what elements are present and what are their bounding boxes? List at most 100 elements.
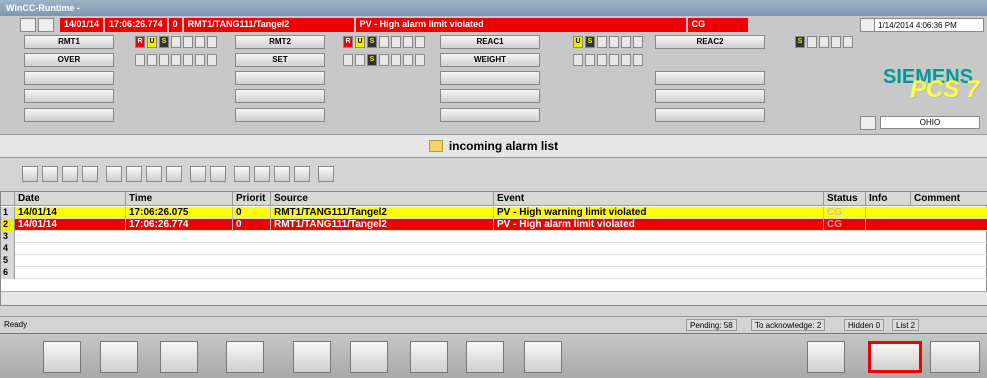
last-icon[interactable] — [166, 166, 182, 182]
first-icon[interactable] — [146, 166, 162, 182]
stop-icon[interactable] — [318, 166, 334, 182]
rmt1-alarm-indicator: R — [135, 36, 145, 48]
row-priority: 0 — [233, 207, 271, 219]
over-ind-4 — [171, 54, 181, 66]
overview-icon[interactable] — [100, 341, 138, 373]
horn-icon[interactable] — [38, 18, 54, 32]
status-bar: Ready Pending: 58 To acknowledge: 2 Hidd… — [0, 316, 987, 332]
col-source-header[interactable]: Source — [271, 192, 494, 206]
picture-tree-icon[interactable] — [20, 18, 36, 32]
table-row[interactable]: 3 — [1, 231, 987, 243]
area-button-empty-6[interactable] — [235, 89, 325, 103]
set-status-indicator: S — [367, 54, 377, 66]
col-comment-header[interactable]: Comment — [911, 192, 987, 206]
reac1-ind-6 — [621, 36, 631, 48]
area-button-empty-2[interactable] — [235, 71, 325, 85]
site-name: OHIO — [880, 116, 980, 129]
ack-all-button[interactable] — [930, 341, 980, 373]
sort-icon[interactable] — [254, 166, 270, 182]
area-button-empty-4[interactable] — [655, 71, 765, 85]
row-status: CG — [824, 219, 866, 231]
alarm-list-title-text: incoming alarm list — [448, 139, 559, 153]
rmt1-status-indicator: S — [159, 36, 169, 48]
server-icon[interactable] — [860, 116, 876, 130]
area-button-empty-3[interactable] — [440, 71, 540, 85]
row-source: RMT1/TANG111/Tangel2 — [271, 219, 494, 231]
reac2-status-indicator: S — [795, 36, 805, 48]
picture-icon[interactable] — [160, 341, 198, 373]
area-button-rmt1[interactable]: RMT1 — [24, 35, 114, 49]
horizontal-scrollbar[interactable] — [1, 291, 987, 305]
area-button-empty-9[interactable] — [24, 108, 114, 122]
area-button-empty-10[interactable] — [235, 108, 325, 122]
col-date-header[interactable]: Date — [15, 192, 126, 206]
row-number: 1 — [1, 207, 15, 219]
config-icon[interactable] — [466, 341, 504, 373]
set-ind-1 — [343, 54, 353, 66]
lock-icon[interactable] — [234, 166, 250, 182]
latest-alarm-line[interactable]: 14/01/14 17:06:26.774 0 RMT1/TANG111/Tan… — [60, 18, 748, 32]
report-icon[interactable] — [410, 341, 448, 373]
set-ind-6 — [403, 54, 413, 66]
reac2-ind-4 — [807, 36, 817, 48]
area-button-empty-11[interactable] — [440, 108, 540, 122]
old-alarm-list-icon[interactable] — [42, 166, 58, 182]
col-priority-header[interactable]: Priorit — [233, 192, 271, 206]
ack-group-icon[interactable] — [210, 166, 226, 182]
emergency-ack-icon[interactable] — [294, 166, 310, 182]
logoff-icon[interactable] — [524, 341, 562, 373]
batch-icon[interactable] — [350, 341, 388, 373]
back-icon[interactable] — [43, 341, 81, 373]
history-list-icon[interactable] — [62, 166, 78, 182]
table-row[interactable]: 2 14/01/14 17:06:26.774 0 RMT1/TANG111/T… — [1, 219, 987, 231]
reac1-ind-7 — [633, 36, 643, 48]
reac2-ind-7 — [843, 36, 853, 48]
area-button-empty-1[interactable] — [24, 71, 114, 85]
area-button-rmt2[interactable]: RMT2 — [235, 35, 325, 49]
ack-single-icon[interactable] — [190, 166, 206, 182]
bottom-toolbar — [0, 333, 987, 378]
trend-icon[interactable] — [293, 341, 331, 373]
alarm-source: RMT1/TANG111/Tangel2 — [183, 18, 354, 32]
row-event: PV - High warning limit violated — [494, 207, 824, 219]
table-row[interactable]: 6 — [1, 267, 987, 279]
weight-ind-5 — [621, 54, 631, 66]
row-number: 5 — [1, 255, 15, 267]
print-icon[interactable] — [126, 166, 142, 182]
loop-display-icon[interactable] — [226, 341, 264, 373]
ready-text: Ready — [4, 320, 28, 329]
row-number: 3 — [1, 231, 15, 243]
area-button-empty-8[interactable] — [655, 89, 765, 103]
rmt1-ind-7 — [207, 36, 217, 48]
col-time-header[interactable]: Time — [126, 192, 233, 206]
table-row[interactable]: 1 14/01/14 17:06:26.075 0 RMT1/TANG111/T… — [1, 207, 987, 219]
rmt2-ind-7 — [415, 36, 425, 48]
window-title: WinCC-Runtime - — [0, 0, 987, 16]
over-ind-6 — [195, 54, 205, 66]
col-info-header[interactable]: Info — [866, 192, 911, 206]
area-button-reac1[interactable]: REAC1 — [440, 35, 540, 49]
weight-ind-2 — [585, 54, 595, 66]
exit-icon[interactable] — [807, 341, 845, 373]
area-button-empty-5[interactable] — [24, 89, 114, 103]
area-button-over[interactable]: OVER — [24, 53, 114, 67]
area-button-empty-12[interactable] — [655, 108, 765, 122]
incoming-list-icon[interactable] — [22, 166, 38, 182]
area-button-set[interactable]: SET — [235, 53, 325, 67]
hidden-list-icon[interactable] — [82, 166, 98, 182]
col-status-header[interactable]: Status — [824, 192, 866, 206]
alarm-event: PV - High alarm limit violated — [355, 18, 686, 32]
alarm-toolbar — [0, 160, 987, 190]
row-priority: 0 — [233, 219, 271, 231]
area-button-empty-7[interactable] — [440, 89, 540, 103]
filter-icon[interactable] — [106, 166, 122, 182]
area-button-weight[interactable]: WEIGHT — [440, 53, 540, 67]
horn-ack-button[interactable] — [868, 341, 922, 373]
table-row[interactable]: 4 — [1, 243, 987, 255]
table-row[interactable]: 5 — [1, 255, 987, 267]
reac2-ind-5 — [819, 36, 829, 48]
list-indicator: List 2 — [892, 319, 920, 331]
area-button-reac2[interactable]: REAC2 — [655, 35, 765, 49]
info-icon[interactable] — [274, 166, 290, 182]
col-event-header[interactable]: Event — [494, 192, 824, 206]
